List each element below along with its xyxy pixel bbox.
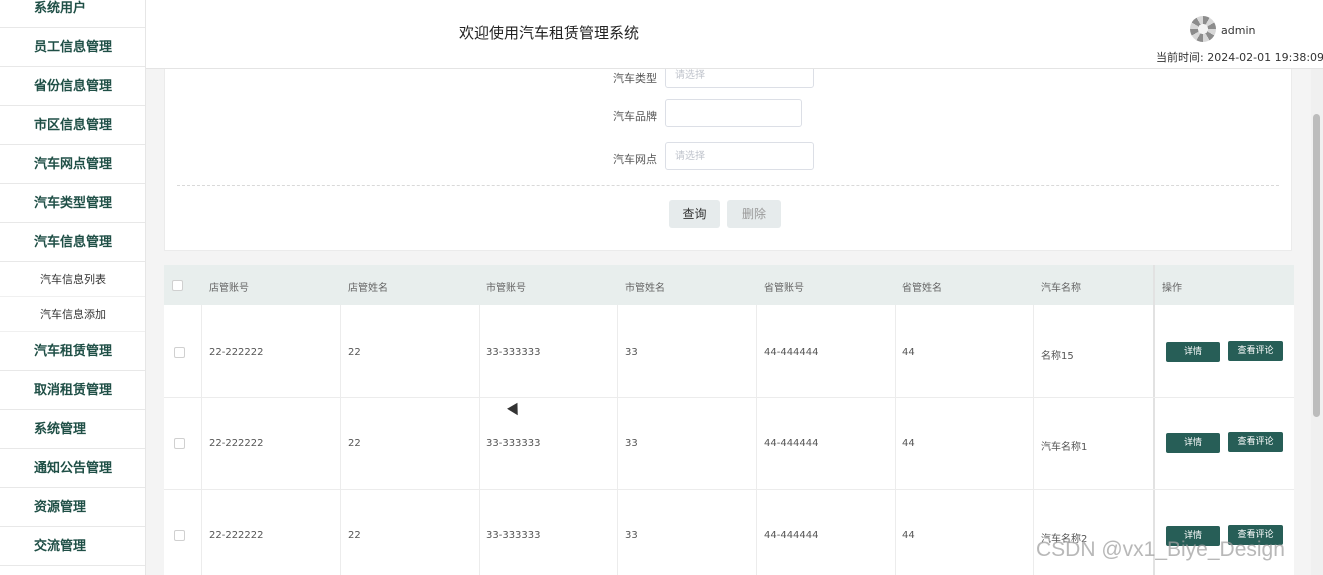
row-checkbox[interactable] xyxy=(174,530,185,541)
detail-button[interactable]: 详情 xyxy=(1166,433,1220,453)
table-cell: 22-222222 xyxy=(209,438,264,449)
table-header: 店管账号 店管姓名 市管账号 市管姓名 省管账号 省管姓名 汽车名称 操作 xyxy=(164,265,1294,305)
table-cell: 44-444444 xyxy=(764,530,819,541)
column-header: 省管账号 xyxy=(764,283,804,294)
column-header: 市管姓名 xyxy=(625,283,665,294)
sidebar-item-employee[interactable]: 员工信息管理 xyxy=(0,28,145,67)
search-form: 汽车类型 请选择 汽车品牌 汽车网点 请选择 查询 删除 xyxy=(164,69,1292,251)
header: 欢迎使用汽车租赁管理系统 admin 当前时间: 2024-02-01 19:3… xyxy=(146,0,1323,69)
query-button[interactable]: 查询 xyxy=(669,200,720,228)
time-value: 2024-02-01 19:38:09 xyxy=(1207,51,1323,64)
type-select[interactable]: 请选择 xyxy=(665,69,814,88)
sidebar: 系统用户 员工信息管理 省份信息管理 市区信息管理 汽车网点管理 汽车类型管理 … xyxy=(0,0,146,575)
sidebar-item-label: 汽车信息列表 xyxy=(40,273,106,286)
sidebar-item-label: 系统用户 xyxy=(34,1,87,16)
table-cell: 22 xyxy=(348,438,361,449)
time-label: 当前时间: xyxy=(1156,51,1204,64)
sidebar-item-car-info[interactable]: 汽车信息管理 xyxy=(0,223,145,262)
table-cell: 44-444444 xyxy=(764,347,819,358)
column-header: 省管姓名 xyxy=(902,283,942,294)
table-cell: 33 xyxy=(625,438,638,449)
table-cell: 44 xyxy=(902,530,915,541)
table-cell: 汽车名称1 xyxy=(1041,442,1088,453)
sidebar-item-notice[interactable]: 通知公告管理 xyxy=(0,449,145,488)
sidebar-item-label: 汽车信息管理 xyxy=(34,235,113,250)
table-cell: 22 xyxy=(348,530,361,541)
table-cell: 33-333333 xyxy=(486,530,541,541)
sidebar-item-label: 汽车租赁管理 xyxy=(34,344,113,359)
sidebar-item-cancel-rental[interactable]: 取消租赁管理 xyxy=(0,371,145,410)
scrollbar-thumb[interactable] xyxy=(1313,114,1320,417)
sidebar-item-city[interactable]: 市区信息管理 xyxy=(0,106,145,145)
main-content: 汽车类型 请选择 汽车品牌 汽车网点 请选择 查询 删除 店管账号 店管姓名 市… xyxy=(146,69,1311,575)
vertical-scrollbar[interactable] xyxy=(1311,69,1323,575)
data-table: 店管账号 店管姓名 市管账号 市管姓名 省管账号 省管姓名 汽车名称 操作 22… xyxy=(164,265,1294,575)
sidebar-subitem-car-add[interactable]: 汽车信息添加 xyxy=(0,297,145,332)
sidebar-item-label: 系统管理 xyxy=(34,422,87,437)
type-label: 汽车类型 xyxy=(613,72,657,85)
sidebar-item-outlet[interactable]: 汽车网点管理 xyxy=(0,145,145,184)
username[interactable]: admin xyxy=(1221,24,1255,37)
sidebar-item-system[interactable]: 系统管理 xyxy=(0,410,145,449)
sidebar-item-label: 省份信息管理 xyxy=(34,79,113,94)
divider xyxy=(177,185,1279,186)
sidebar-item-label: 资源管理 xyxy=(34,500,87,515)
sidebar-item-label: 市区信息管理 xyxy=(34,118,113,133)
select-all-checkbox[interactable] xyxy=(172,280,183,291)
table-cell: 22-222222 xyxy=(209,347,264,358)
table-cell: 33 xyxy=(625,347,638,358)
table-cell: 22-222222 xyxy=(209,530,264,541)
table-row: 22-222222 22 33-333333 33 44-444444 44 汽… xyxy=(164,398,1294,490)
column-header: 汽车名称 xyxy=(1041,283,1081,294)
brand-label: 汽车品牌 xyxy=(613,110,657,123)
avatar[interactable] xyxy=(1190,16,1216,42)
table-row: 22-222222 22 33-333333 33 44-444444 44 汽… xyxy=(164,490,1294,575)
outlet-label: 汽车网点 xyxy=(613,153,657,166)
sidebar-item-exchange[interactable]: 交流管理 xyxy=(0,527,145,566)
sidebar-item-system-users[interactable]: 系统用户 xyxy=(0,0,145,28)
table-cell: 33-333333 xyxy=(486,347,541,358)
table-cell: 名称15 xyxy=(1041,351,1074,362)
sidebar-item-label: 汽车信息添加 xyxy=(40,308,106,321)
form-row-brand: 汽车品牌 xyxy=(165,99,1291,129)
sidebar-item-rental[interactable]: 汽车租赁管理 xyxy=(0,332,145,371)
table-cell: 44 xyxy=(902,347,915,358)
detail-button[interactable]: 详情 xyxy=(1166,342,1220,362)
sidebar-item-label: 汽车网点管理 xyxy=(34,157,113,172)
table-cell: 22 xyxy=(348,347,361,358)
sidebar-item-label: 汽车类型管理 xyxy=(34,196,113,211)
form-row-outlet: 汽车网点 请选择 xyxy=(165,142,1291,172)
column-header: 操作 xyxy=(1162,283,1182,294)
page-title: 欢迎使用汽车租赁管理系统 xyxy=(459,24,640,42)
delete-button[interactable]: 删除 xyxy=(727,200,781,228)
outlet-select[interactable]: 请选择 xyxy=(665,142,814,170)
column-header: 店管账号 xyxy=(209,283,249,294)
watermark: CSDN @vx1_Biye_Design xyxy=(1036,538,1285,561)
sidebar-item-resource[interactable]: 资源管理 xyxy=(0,488,145,527)
sidebar-item-label: 通知公告管理 xyxy=(34,461,113,476)
sidebar-item-province[interactable]: 省份信息管理 xyxy=(0,67,145,106)
view-reviews-button[interactable]: 查看评论 xyxy=(1228,341,1283,361)
sidebar-item-label: 员工信息管理 xyxy=(34,40,113,55)
table-cell: 33 xyxy=(625,530,638,541)
row-checkbox[interactable] xyxy=(174,438,185,449)
table-row: 22-222222 22 33-333333 33 44-444444 44 名… xyxy=(164,306,1294,398)
current-time: 当前时间: 2024-02-01 19:38:09 xyxy=(1156,49,1323,65)
table-cell: 44 xyxy=(902,438,915,449)
sidebar-item-car-type[interactable]: 汽车类型管理 xyxy=(0,184,145,223)
table-cell: 44-444444 xyxy=(764,438,819,449)
sidebar-item-label: 交流管理 xyxy=(34,539,87,554)
column-header: 市管账号 xyxy=(486,283,526,294)
form-row-type: 汽车类型 请选择 xyxy=(165,69,1291,92)
brand-input[interactable] xyxy=(665,99,802,127)
sidebar-subitem-car-list[interactable]: 汽车信息列表 xyxy=(0,262,145,297)
view-reviews-button[interactable]: 查看评论 xyxy=(1228,432,1283,452)
column-header: 店管姓名 xyxy=(348,283,388,294)
row-checkbox[interactable] xyxy=(174,347,185,358)
table-cell: 33-333333 xyxy=(486,438,541,449)
sidebar-item-label: 取消租赁管理 xyxy=(34,383,113,398)
